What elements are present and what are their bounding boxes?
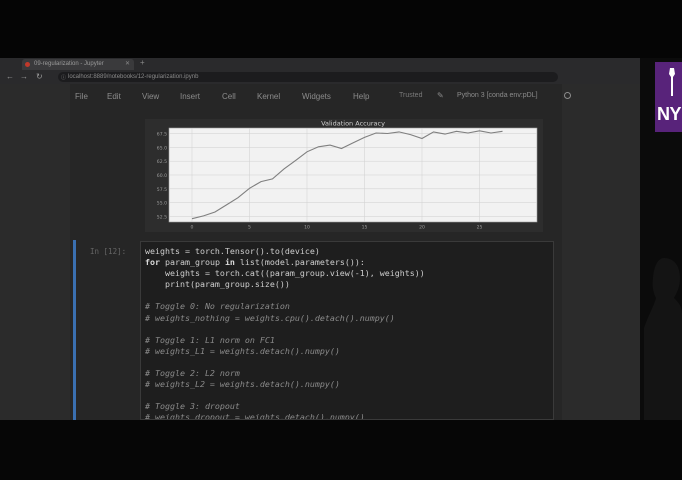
menu-edit[interactable]: Edit: [107, 92, 121, 101]
presenter-silhouette: [644, 258, 682, 420]
notebook-container: Validation Accuracy 52.5 55.0 57.5 60.0 62.5 6…: [70, 84, 562, 420]
code-cell-editor[interactable]: weights = torch.Tensor().to(device) for p…: [140, 241, 554, 420]
y-tick-label: 67.5: [157, 132, 167, 138]
code-line: # weights_L1 = weights.detach().numpy(): [145, 346, 553, 357]
x-tick-label: 5: [248, 225, 251, 231]
code-text: weights = torch.Tensor().to(device): [145, 246, 320, 256]
code-comment: # weights_L1 = weights.detach().numpy(): [145, 345, 340, 356]
y-tick-label: 52.5: [157, 214, 167, 220]
y-tick-label: 57.5: [157, 187, 167, 193]
code-comment: # Toggle 2: L2 norm: [145, 368, 240, 379]
x-tick-label: 0: [191, 225, 194, 231]
address-bar: ← → ↻ ⓘ localhost:8889/notebooks/12-regu…: [0, 70, 640, 84]
nyu-logo: NYU: [655, 62, 682, 132]
y-tick-label: 55.0: [157, 201, 167, 207]
notebook-menubar: File Edit View Insert Cell Kernel Widget…: [65, 88, 585, 106]
menu-kernel[interactable]: Kernel: [257, 92, 280, 101]
code-line: # Toggle 1: L1 norm on FC1: [145, 335, 553, 346]
tab-title: 09-regularization - Jupyter: [34, 61, 104, 67]
code-text: print(param_group.size()): [145, 279, 290, 290]
menu-cell[interactable]: Cell: [222, 92, 236, 101]
code-line: # weights_nothing = weights.cpu().detach…: [145, 313, 553, 324]
code-line: # Toggle 2: L2 norm: [145, 368, 553, 379]
code-line: print(param_group.size()): [145, 279, 553, 290]
code-text: weights = torch.cat((param_group.view(-1…: [145, 268, 425, 279]
x-tick-label: 15: [362, 225, 368, 231]
code-comment: # weights_dropout = weights.detach().num…: [145, 412, 365, 420]
trusted-indicator[interactable]: Trusted: [399, 92, 422, 99]
code-comment: # Toggle 0: No regularization: [145, 301, 290, 312]
nyu-logo-text: NYU: [657, 104, 682, 124]
x-tick-label: 25: [477, 225, 483, 231]
kernel-name[interactable]: Python 3 [conda env:pDL]: [457, 92, 538, 99]
menu-widgets[interactable]: Widgets: [302, 92, 331, 101]
back-icon[interactable]: ←: [6, 72, 14, 81]
url-field[interactable]: ⓘ localhost:8889/notebooks/12-regulariza…: [58, 72, 558, 82]
torch-icon: [669, 68, 675, 96]
selected-cell-indicator: [73, 240, 76, 420]
code-comment: # Toggle 1: L1 norm on FC1: [145, 334, 275, 345]
reload-icon[interactable]: ↻: [36, 72, 43, 81]
new-tab-icon[interactable]: +: [140, 58, 145, 67]
browser-tab[interactable]: 09-regularization - Jupyter ✕: [22, 59, 134, 70]
code-comment: # weights_nothing = weights.cpu().detach…: [145, 312, 395, 323]
notebook-page: Validation Accuracy 52.5 55.0 57.5 60.0 62.5 6…: [0, 84, 640, 420]
close-tab-icon[interactable]: ✕: [125, 60, 130, 67]
validation-accuracy-chart: Validation Accuracy 52.5 55.0 57.5 60.0 62.5 6…: [157, 120, 538, 231]
tab-strip: 09-regularization - Jupyter ✕ +: [0, 58, 640, 70]
menu-insert[interactable]: Insert: [180, 92, 200, 101]
code-line: weights = torch.Tensor().to(device): [145, 246, 553, 257]
code-line: for param_group in list(model.parameters…: [145, 257, 553, 268]
code-line: # weights_L2 = weights.detach().numpy(): [145, 379, 553, 390]
url-text: localhost:8889/notebooks/12-regularizati…: [68, 74, 199, 80]
code-line: # weights_dropout = weights.detach().num…: [145, 412, 553, 420]
x-tick-label: 10: [304, 225, 310, 231]
chart-output: Validation Accuracy 52.5 55.0 57.5 60.0 62.5 6…: [145, 119, 543, 232]
menu-view[interactable]: View: [142, 92, 159, 101]
code-keyword: in: [224, 257, 235, 268]
cell-prompt: In [12]:: [90, 247, 127, 256]
y-tick-label: 65.0: [157, 145, 167, 151]
jupyter-favicon-icon: [25, 62, 30, 67]
code-line: # Toggle 3: dropout: [145, 401, 553, 412]
forward-icon[interactable]: →: [20, 72, 28, 81]
edit-pencil-icon[interactable]: ✎: [437, 91, 444, 100]
info-icon: ⓘ: [61, 75, 67, 81]
browser-window: 09-regularization - Jupyter ✕ + ← → ↻ ⓘ …: [0, 58, 640, 420]
bottom-letterbox: [0, 420, 682, 480]
x-tick-label: 20: [419, 225, 425, 231]
code-comment: # Toggle 3: dropout: [145, 401, 240, 412]
code-text: list(model.parameters()):: [234, 257, 365, 268]
code-keyword: for: [145, 257, 160, 268]
code-text: param_group: [160, 257, 225, 268]
menu-file[interactable]: File: [75, 92, 88, 101]
kernel-idle-icon: [564, 92, 571, 99]
y-tick-label: 60.0: [157, 173, 167, 179]
video-frame: 09-regularization - Jupyter ✕ + ← → ↻ ⓘ …: [0, 0, 682, 480]
chart-title: Validation Accuracy: [321, 120, 385, 128]
code-line: weights = torch.cat((param_group.view(-1…: [145, 268, 553, 279]
code-comment: # weights_L2 = weights.detach().numpy(): [145, 379, 340, 390]
y-tick-label: 62.5: [157, 159, 167, 165]
menu-help[interactable]: Help: [353, 92, 369, 101]
code-line: # Toggle 0: No regularization: [145, 301, 553, 312]
